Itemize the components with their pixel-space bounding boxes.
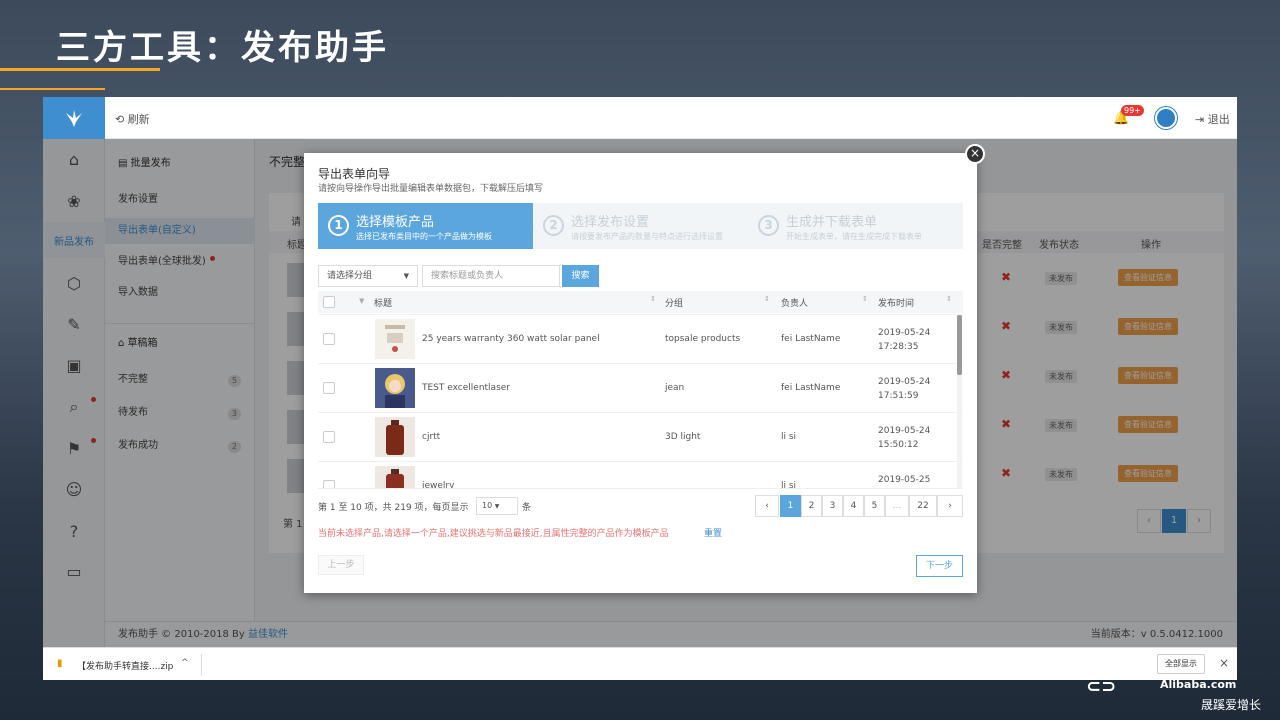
title-underline — [0, 68, 160, 71]
pagination-ellipsis: ... — [885, 495, 909, 517]
column-header-group[interactable]: 分组 — [665, 296, 683, 309]
row-checkbox[interactable] — [323, 333, 335, 345]
modal-subtitle: 请按向导操作导出批量编辑表单数据包，下载解压后填写 — [318, 184, 544, 194]
column-header-title[interactable]: 标题 — [374, 296, 392, 309]
warning-text: 当前未选择产品,请选择一个产品,建议挑选与新品最接近,且属性完整的产品作为模板产… — [318, 529, 669, 539]
row-checkbox[interactable] — [323, 480, 335, 488]
next-step-button[interactable]: 下一步 — [916, 555, 963, 577]
publish-time: 2019-05-25 — [878, 475, 931, 485]
product-owner: fei LastName — [781, 383, 841, 393]
pagination-page[interactable]: 4 — [843, 495, 864, 517]
row-checkbox[interactable] — [323, 431, 335, 443]
search-input[interactable] — [422, 265, 560, 287]
product-thumbnail — [375, 368, 415, 408]
publish-time: 2019-05-24 15:50:12 — [878, 426, 931, 450]
download-bar: ▮ 【发布助手转直接....zip ^ 全部显示 × — [43, 647, 1237, 680]
wizard-steps: 1 选择模板产品 选择已发布类目中的一个产品做为模板 2 选择发布设置 请按要发… — [318, 203, 963, 249]
step-description: 请按要发布产品的数量与特点进行选择设置 — [571, 232, 723, 241]
sort-icon[interactable]: ⇕ — [764, 295, 770, 303]
step-description: 选择已发布类目中的一个产品做为模板 — [356, 232, 492, 241]
chevron-up-icon[interactable]: ^ — [181, 658, 189, 668]
chevron-down-icon: ▼ — [403, 272, 409, 280]
show-all-button[interactable]: 全部显示 — [1157, 654, 1205, 674]
product-thumbnail — [375, 319, 415, 359]
column-header-time[interactable]: 发布时间 — [878, 296, 914, 309]
step-title: 选择发布设置 — [571, 215, 650, 230]
reset-link[interactable]: 重置 — [704, 526, 722, 539]
top-bar: ⟲ 刷新 🔔 99+ ⇥ 退出 — [43, 97, 1237, 139]
table-row[interactable]: cjrtt 3D light li si 2019-05-24 15:50:12 — [318, 412, 963, 461]
column-header-owner[interactable]: 负责人 — [781, 296, 808, 309]
sort-icon[interactable]: ⇕ — [946, 295, 952, 303]
pagination-page[interactable]: 22 — [909, 495, 937, 517]
step-title: 选择模板产品 — [356, 215, 435, 230]
step-title: 生成并下载表单 — [786, 215, 878, 230]
avatar[interactable] — [1155, 107, 1177, 129]
close-icon[interactable]: × — [1219, 656, 1229, 670]
pagination-page[interactable]: 2 — [801, 495, 822, 517]
step-number: 1 — [328, 215, 349, 236]
product-thumbnail — [375, 466, 415, 488]
publish-time: 2019-05-24 17:28:35 — [878, 328, 931, 352]
publish-time: 2019-05-24 17:51:59 — [878, 377, 931, 401]
sort-icon[interactable]: ⇕ — [862, 295, 868, 303]
search-button[interactable]: 搜索 — [562, 265, 599, 287]
product-group: topsale products — [665, 334, 741, 344]
notification-badge: 99+ — [1121, 105, 1144, 116]
table-row[interactable]: TEST excellentlaser jean fei LastName 20… — [318, 363, 963, 412]
page-info-suffix: 条 — [522, 503, 532, 513]
step-description: 开始生成表单，请在生成完成下载表单 — [786, 232, 922, 241]
pagination-prev[interactable]: ‹ — [755, 495, 779, 517]
product-group: 3D light — [665, 432, 701, 442]
page-info: 第 1 至 10 项，共 219 项，每页显示 — [318, 503, 469, 513]
title-underline-secondary — [0, 88, 105, 90]
group-select[interactable]: 请选择分组 ▼ — [318, 265, 418, 287]
logout-button[interactable]: ⇥ 退出 — [1195, 111, 1230, 127]
alibaba-logo-icon: ⊂⊃ — [1086, 676, 1117, 697]
product-thumbnail — [375, 417, 415, 457]
product-title: jewelry — [422, 481, 455, 489]
product-title: TEST excellentlaser — [422, 383, 511, 393]
table-header: ▼ 标题 ⇕ 分组 ⇕ 负责人 ⇕ 发布时间 ⇕ — [318, 291, 963, 313]
wizard-step-3[interactable]: 3 生成并下载表单 开始生成表单，请在生成完成下载表单 — [748, 203, 963, 249]
pagination-next[interactable]: › — [937, 495, 963, 517]
product-title: 25 years warranty 360 watt solar panel — [422, 334, 600, 344]
table-scrollbar[interactable] — [957, 315, 962, 489]
bird-logo-icon — [66, 110, 82, 127]
table-row[interactable]: 25 years warranty 360 watt solar panel t… — [318, 314, 963, 363]
alibaba-brand: Alibaba.com — [1160, 678, 1237, 691]
chevron-down-icon: ▼ — [494, 503, 500, 510]
download-filename[interactable]: 【发布助手转直接....zip — [77, 659, 173, 672]
refresh-button[interactable]: ⟲ 刷新 — [115, 111, 150, 127]
close-icon[interactable]: × — [965, 144, 985, 164]
sort-icon[interactable]: ⇕ — [650, 295, 656, 303]
divider — [201, 654, 202, 676]
scrollbar-thumb[interactable] — [957, 315, 962, 375]
brand-subtitle: 晟蹊爱增长 — [1201, 698, 1262, 712]
pagination-page[interactable]: 3 — [822, 495, 843, 517]
wizard-step-1[interactable]: 1 选择模板产品 选择已发布类目中的一个产品做为模板 — [318, 203, 533, 249]
table-row[interactable]: jewelry li si 2019-05-25 — [318, 461, 963, 489]
product-owner: li si — [781, 432, 797, 442]
step-number: 3 — [758, 215, 779, 236]
export-wizard-modal: 导出表单向导 请按向导操作导出批量编辑表单数据包，下载解压后填写 1 选择模板产… — [304, 153, 977, 593]
pagination-page[interactable]: 5 — [864, 495, 885, 517]
select-all-checkbox[interactable] — [323, 296, 335, 308]
zip-file-icon: ▮ — [57, 658, 63, 669]
product-table: ▼ 标题 ⇕ 分组 ⇕ 负责人 ⇕ 发布时间 ⇕ 25 years warran… — [318, 291, 963, 489]
step-number: 2 — [543, 215, 564, 236]
row-checkbox[interactable] — [323, 382, 335, 394]
slide-title: 三方工具：发布助手 — [56, 28, 389, 68]
pagination-page[interactable]: 1 — [780, 495, 801, 517]
product-owner: li si — [781, 481, 797, 489]
prev-step-button[interactable]: 上一步 — [318, 555, 364, 575]
page-size-select[interactable]: 10 ▼ — [476, 497, 518, 515]
product-owner: fei LastName — [781, 334, 841, 344]
modal-title: 导出表单向导 — [318, 167, 391, 181]
product-title: cjrtt — [422, 432, 441, 442]
sort-icon[interactable]: ▼ — [359, 297, 364, 305]
app-logo[interactable] — [43, 97, 105, 139]
wizard-step-2[interactable]: 2 选择发布设置 请按要发布产品的数量与特点进行选择设置 — [533, 203, 748, 249]
product-group: jean — [665, 383, 685, 393]
